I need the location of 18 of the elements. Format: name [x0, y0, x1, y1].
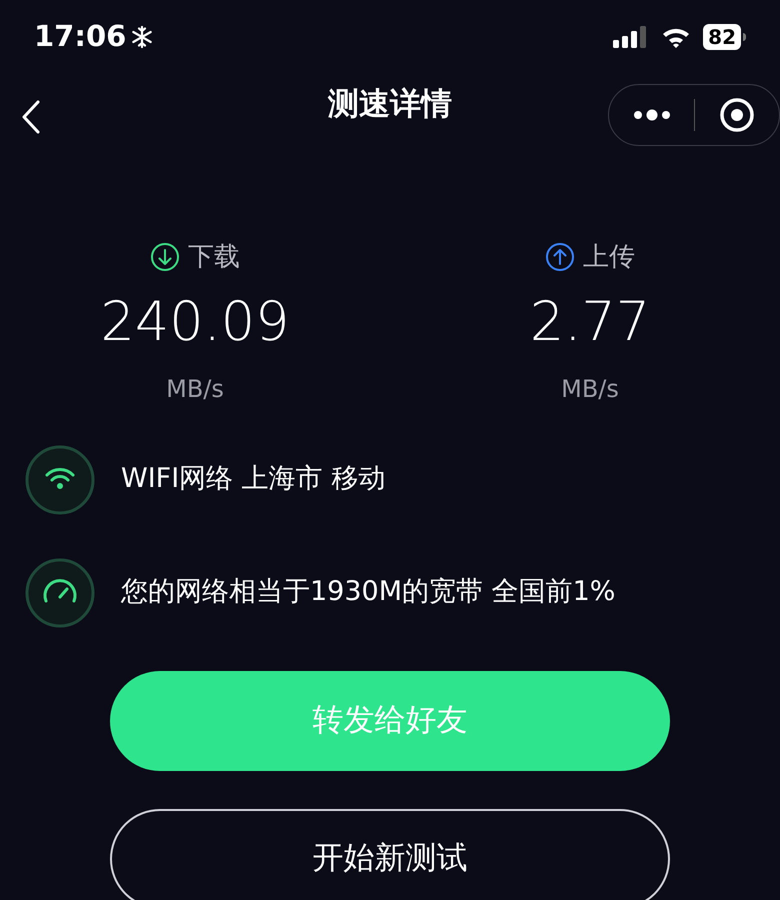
wifi-status-icon: [661, 26, 692, 48]
info-text: 您的网络相当于1930M的宽带 全国前1%: [121, 575, 616, 610]
battery-indicator: 82: [703, 24, 741, 50]
wifi-icon: [25, 444, 95, 514]
stat-value: 2.77: [530, 294, 650, 348]
new-test-button[interactable]: 开始新测试: [110, 808, 670, 900]
stat-value: 240.09: [100, 294, 290, 348]
info-text: WIFI网络 上海市 移动: [121, 462, 386, 496]
stat-label: 上传: [583, 240, 635, 274]
snowflake-icon: [130, 25, 154, 49]
stat-unit: MB/s: [166, 374, 224, 404]
page-title: 测速详情: [328, 85, 452, 124]
status-time: 17:06: [34, 18, 126, 56]
stat-unit: MB/s: [561, 374, 619, 404]
target-icon: [719, 97, 755, 133]
more-icon: [632, 109, 670, 121]
stat-label: 下载: [188, 240, 240, 274]
gauge-icon: [25, 558, 95, 628]
